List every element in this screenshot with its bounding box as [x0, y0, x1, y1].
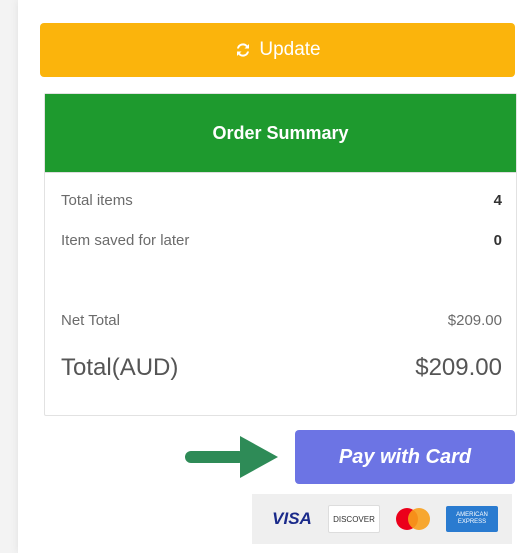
- right-arrow-icon: [180, 430, 280, 489]
- net-total-row: Net Total $209.00: [61, 312, 502, 329]
- discover-logo-icon: DISCOVER: [328, 505, 380, 533]
- accepted-cards: VISA DISCOVER AMERICAN EXPRESS: [252, 494, 512, 544]
- saved-for-later-row: Item saved for later 0: [61, 232, 502, 249]
- order-summary-title: Order Summary: [212, 122, 349, 143]
- update-button[interactable]: Update: [40, 23, 515, 77]
- mastercard-logo-icon: [390, 506, 436, 532]
- total-items-row: Total items 4: [61, 192, 502, 209]
- total-items-label: Total items: [61, 192, 133, 209]
- net-total-value: $209.00: [447, 312, 502, 329]
- order-summary-body: [45, 172, 516, 173]
- saved-for-later-label: Item saved for later: [61, 232, 190, 249]
- net-total-label: Net Total: [61, 312, 120, 329]
- update-button-label: Update: [259, 39, 321, 60]
- pay-with-card-button[interactable]: Pay with Card: [295, 430, 515, 484]
- payment-area: Pay with Card: [180, 430, 516, 486]
- saved-for-later-value: 0: [493, 232, 502, 249]
- total-items-value: 4: [493, 192, 502, 209]
- grand-total-row: Total(AUD) $209.00: [61, 354, 502, 382]
- amex-logo-icon: AMERICAN EXPRESS: [446, 506, 498, 532]
- grand-total-value: $209.00: [415, 354, 502, 381]
- grand-total-label: Total(AUD): [61, 354, 179, 381]
- refresh-icon: [234, 41, 252, 59]
- visa-logo-icon: VISA: [272, 509, 312, 528]
- pay-with-card-label: Pay with Card: [338, 445, 472, 468]
- order-summary-card: Order Summary Total items 4 Item saved f…: [44, 93, 517, 416]
- order-summary-header: Order Summary: [45, 94, 516, 172]
